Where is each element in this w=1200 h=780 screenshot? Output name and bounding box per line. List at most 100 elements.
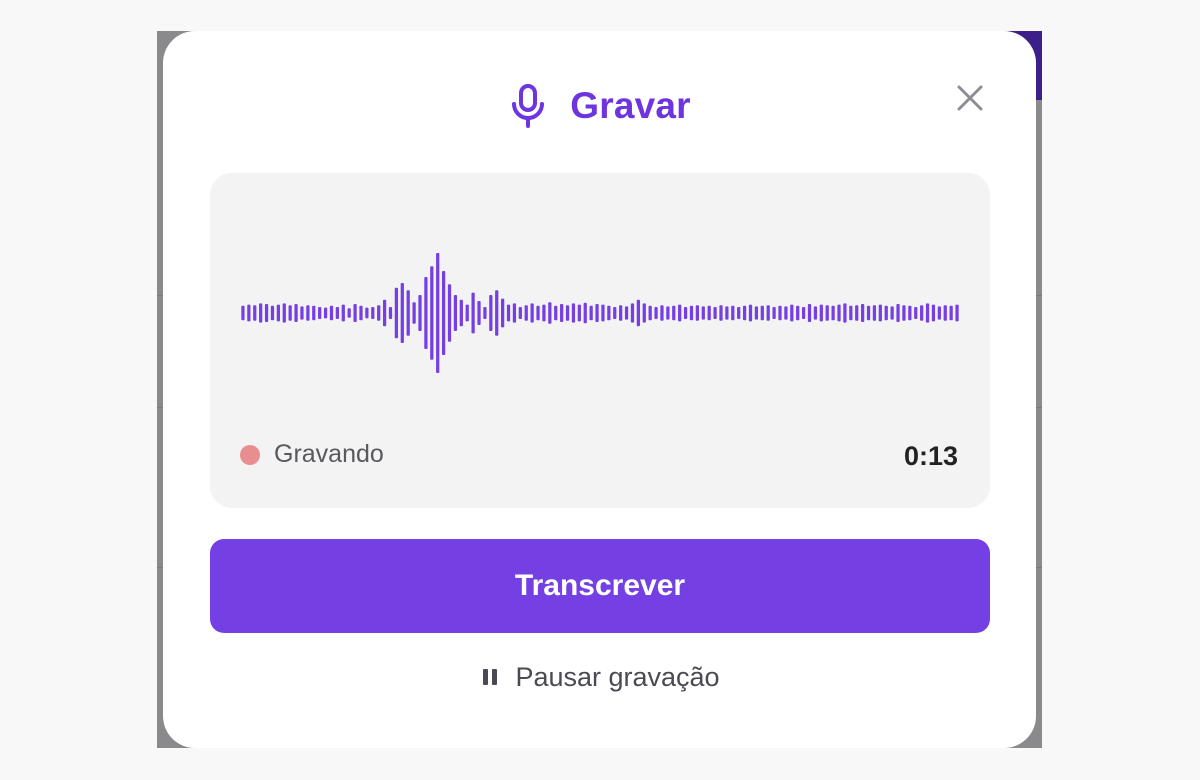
waveform-bar [565,305,570,321]
waveform-bar [495,290,499,336]
waveform-bar [801,307,806,319]
close-button[interactable] [951,79,989,117]
waveform-bar [359,305,363,321]
waveform-bar [518,307,522,319]
waveform-bar [323,307,328,319]
pause-recording-label: Pausar gravação [515,661,720,692]
waveform-bar [760,305,764,321]
waveform-bar [247,304,251,322]
waveform-bar [713,307,717,319]
waveform-bar [294,304,298,322]
waveform-bar [560,304,564,322]
waveform-bar [725,306,729,320]
waveform-bar [270,305,275,321]
waveform-bar [636,299,640,327]
modal-title: Gravar [570,85,691,126]
pause-icon [483,669,498,685]
waveform-bar [335,307,339,319]
recording-status-label: Gravando [274,440,384,468]
waveform-bar [512,303,517,323]
recording-indicator-dot [240,444,260,465]
waveform-bar [914,307,918,319]
waveform-bar [819,304,823,322]
waveform-bar [678,304,682,322]
waveform-bar [412,302,416,324]
waveform-bar [772,307,776,319]
waveform-bar [377,305,381,321]
waveform-bar [766,305,770,321]
waveform-bar [949,305,953,321]
waveform-bar [943,305,947,321]
waveform-bar [282,303,286,323]
waveform-bar [259,303,263,323]
waveform-bar [624,306,629,320]
waveform-bar [683,307,688,319]
waveform-bar [554,305,558,321]
waveform-bar [276,304,280,322]
waveform-bar [878,304,882,322]
transcribe-button[interactable]: Transcrever [210,539,990,633]
waveform-bar [589,305,593,321]
waveform-bar [506,304,511,322]
waveform-bar [542,304,546,322]
waveform-bar [430,266,434,360]
waveform-bar [424,277,428,349]
waveform-bar [890,306,894,320]
close-icon [957,85,983,111]
waveform-bar [737,307,741,319]
waveform-bar [371,307,375,319]
waveform-bar [689,305,694,321]
waveform-bar [778,305,782,321]
waveform-bar [548,302,552,324]
recording-status: Gravando [240,440,384,469]
waveform-bar [571,303,576,323]
waveform-bar [312,305,316,321]
waveform-bar [530,303,534,323]
waveform-bar [866,305,871,321]
waveform-bar [642,303,646,323]
waveform-bar [288,305,292,321]
waveform-bar [353,304,357,322]
waveform-bar [719,305,723,321]
waveform-bar [406,290,410,336]
waveform-bar [483,307,487,319]
waveform-bar [388,307,393,319]
waveform-bar [347,308,351,318]
waveform-bar [790,304,794,322]
waveform-bar [872,305,877,321]
modal-header: Gravar [163,71,1036,141]
waveform-bar [489,295,493,331]
waveform-bar [630,303,635,323]
waveform-bar [920,305,924,321]
microphone-icon [512,84,545,128]
waveform-bar [707,305,711,321]
pause-recording-button[interactable]: Pausar gravação [163,657,1036,697]
waveform-bar [796,305,800,321]
waveform-bar [908,305,912,321]
waveform-bar [459,299,463,327]
waveform-bar [477,301,481,325]
waveform-bar [601,304,605,322]
waveform-bar [742,305,747,321]
waveform-bar [400,283,404,343]
waveform-bar [447,284,452,342]
waveform-bar [583,302,587,324]
waveform-bar [471,292,475,334]
waveform-bar [861,304,865,322]
waveform-bar [394,287,399,339]
waveform-bar [300,306,304,320]
waveform-bar [441,271,446,355]
waveform-bar [241,305,245,321]
waveform-bar [501,298,505,328]
waveform-bar [807,304,812,322]
waveform-bar [855,305,859,321]
waveform-bar [672,305,676,321]
waveform-bar [666,306,670,320]
waveform-bar [884,305,888,321]
waveform-bar [536,305,540,321]
waveform-bar [849,305,853,321]
waveform-bar [660,305,664,321]
recording-panel: Gravando 0:13 [210,173,990,508]
waveform-bar [931,304,936,322]
waveform-bar [418,295,422,331]
